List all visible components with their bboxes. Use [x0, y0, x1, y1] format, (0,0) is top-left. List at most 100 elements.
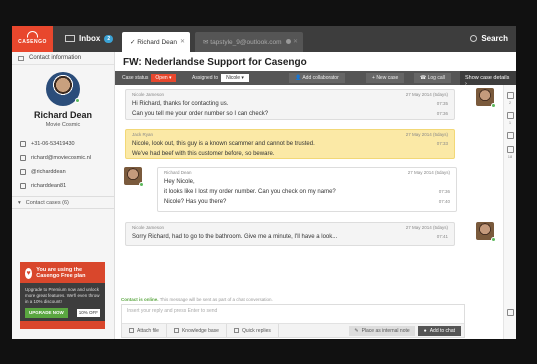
tab-label: tapstyle_9@outlook.com: [210, 39, 282, 46]
contact-twitter[interactable]: @richarddean: [12, 165, 114, 179]
message-line: Nicole? Has you there? 07:40: [158, 197, 456, 207]
add-collaborator-text: Add collaborator: [302, 75, 339, 81]
online-status-icon: [139, 182, 144, 187]
contact-info-title: Contact information: [29, 55, 82, 61]
avatar: [46, 72, 80, 106]
knowledge-base-button[interactable]: Knowledge base: [167, 323, 227, 338]
message-jack-internal: Jack Ryan 27 May 2014 (5days) Nicole, loo…: [125, 129, 455, 159]
contact-email[interactable]: richard@moviecosmic.nl: [12, 151, 114, 165]
print-icon[interactable]: [506, 309, 514, 316]
message-time: 07:40: [438, 199, 450, 204]
book-icon: [173, 328, 179, 333]
reply-input[interactable]: Insert your reply and press Enter to sen…: [122, 305, 464, 321]
message-line: Sorry Richard, had to go to the bathroom…: [126, 232, 454, 242]
close-icon[interactable]: ✕: [180, 38, 185, 45]
attachment-icon[interactable]: [506, 132, 514, 139]
history-icon[interactable]: [506, 146, 514, 153]
reply-composer: Insert your reply and press Enter to sen…: [121, 304, 465, 338]
assigned-dropdown[interactable]: Nicole ▾: [221, 74, 249, 82]
contact-details-list: +31-06-53419430 richard@moviecosmic.nl @…: [12, 137, 114, 193]
tab-richard-dean[interactable]: ✓ Richard Dean ✕: [122, 32, 190, 52]
message-author: Nicole Jameson: [132, 92, 165, 97]
show-case-details-button[interactable]: Show case details ›: [460, 71, 516, 87]
contact-skype[interactable]: richarddean81: [12, 179, 114, 193]
message-nicole-1: Nicole Jameson 27 May 2014 (5days) Hi Ric…: [125, 89, 455, 120]
log-call-label: ☎ Log call: [414, 73, 451, 83]
case-status-label: Case status: [122, 75, 149, 81]
case-title: FW: Nederlandse Support for Casengo: [123, 57, 307, 68]
user-icon[interactable]: [506, 112, 514, 119]
message-text: it looks like I lost my order number. Ca…: [164, 189, 336, 195]
promo-actions: UPGRADE NOW 10% OFF: [25, 308, 100, 318]
message-time: 07:41: [436, 234, 448, 239]
message-date: 27 May 2014 (5days): [407, 170, 450, 175]
upgrade-now-button[interactable]: UPGRADE NOW: [25, 308, 68, 318]
tab-label: Richard Dean: [137, 39, 178, 46]
logo-mark-icon: [27, 31, 38, 38]
add-collaborator-button[interactable]: 👤 Add collaborator: [289, 71, 345, 85]
agent-avatar: [476, 222, 496, 242]
contact-cases-label: Contact cases (6): [25, 199, 69, 206]
tab-outlook[interactable]: ✉ tapstyle_9@outlook.com ✕: [195, 32, 303, 52]
user-count: 1: [508, 120, 512, 125]
message-text: Hi Richard, thanks for contacting us.: [132, 101, 229, 107]
message-text: We've had beef with this customer before…: [132, 151, 275, 157]
message-meta: Nicole Jameson 27 May 2014 (5days): [126, 90, 454, 99]
assigned-group: Assigned to Nicole ▾: [192, 71, 249, 85]
message-author: Richard Dean: [164, 170, 192, 175]
promo-text: Upgrade to Premium now and unlock more g…: [25, 287, 100, 304]
message-text: Nicole, look out, this guy is a known sc…: [132, 141, 315, 147]
attach-file-button[interactable]: Attach file: [122, 323, 167, 338]
inbox-count-badge: 2: [104, 34, 114, 43]
new-case-button[interactable]: + New case: [366, 71, 405, 85]
contact-phone[interactable]: +31-06-53419430: [12, 137, 114, 151]
composer-toolbar: Attach file Knowledge base Quick replies…: [122, 323, 464, 338]
add-to-chat-button[interactable]: ● Add to chat: [417, 325, 461, 336]
conversation-thread: Nicole Jameson 27 May 2014 (5days) Hi Ric…: [115, 85, 503, 290]
assigned-value: Nicole: [226, 75, 241, 81]
knowledge-label: Knowledge base: [181, 327, 219, 334]
inbox-button[interactable]: Inbox 2: [65, 34, 114, 43]
discount-badge: 10% OFF: [76, 309, 100, 317]
add-chat-label: Add to chat: [429, 327, 455, 334]
message-line: Can you tell me your order number so I c…: [126, 109, 454, 119]
internal-note-button[interactable]: ✎ Place as internal note: [349, 325, 415, 336]
tag-count: 2: [508, 100, 512, 105]
case-toolbar: Case status Open ▾ Assigned to Nicole ▾ …: [115, 71, 516, 87]
log-call-text: Log call: [427, 75, 445, 81]
case-panel: FW: Nederlandse Support for Casengo Case…: [115, 52, 516, 339]
log-call-button[interactable]: ☎ Log call: [414, 71, 451, 85]
message-text: Can you tell me your order number so I c…: [132, 111, 269, 117]
message-text: Sorry Richard, had to go to the bathroom…: [132, 234, 338, 240]
message-date: 27 May 2014 (5days): [405, 92, 448, 97]
message-time: 07:36: [438, 189, 450, 194]
search-button[interactable]: Search: [470, 34, 508, 43]
message-meta: Nicole Jameson 27 May 2014 (5days): [126, 223, 454, 232]
contact-card-icon: [18, 55, 24, 61]
quick-label: Quick replies: [241, 327, 271, 334]
message-time: 07:35: [436, 101, 448, 106]
attach-label: Attach file: [137, 327, 159, 334]
tag-icon[interactable]: [506, 92, 514, 99]
case-status-dropdown[interactable]: Open ▾: [151, 74, 176, 82]
message-meta: Jack Ryan 27 May 2014 (5days): [126, 130, 454, 139]
message-text: Hey Nicole,: [164, 179, 195, 185]
message-date: 27 May 2014 (5days): [405, 132, 448, 137]
message-nicole-2: Nicole Jameson 27 May 2014 (5days) Sorry …: [125, 222, 455, 246]
contact-name: Richard Dean: [33, 110, 93, 120]
message-line: We've had beef with this customer before…: [126, 149, 454, 159]
tab-status-dot: [285, 39, 291, 44]
contact-cases-toggle[interactable]: ▾ Contact cases (6): [12, 196, 114, 209]
message-richard: Richard Dean 27 May 2014 (5days) Hey Nico…: [157, 167, 457, 212]
casengo-logo[interactable]: CASENGO: [12, 26, 53, 52]
internal-label: Place as internal note: [361, 327, 410, 334]
contact-value: richard@moviecosmic.nl: [31, 155, 91, 161]
close-icon[interactable]: ✕: [293, 38, 298, 45]
paperclip-icon: [129, 328, 134, 333]
promo-title: You are using the Casengo Free plan: [36, 267, 86, 279]
case-status-value: Open: [155, 75, 168, 81]
lightning-icon: [233, 328, 239, 333]
history-count: 18: [507, 154, 513, 159]
quick-replies-button[interactable]: Quick replies: [227, 323, 279, 338]
message-author: Jack Ryan: [132, 132, 154, 137]
